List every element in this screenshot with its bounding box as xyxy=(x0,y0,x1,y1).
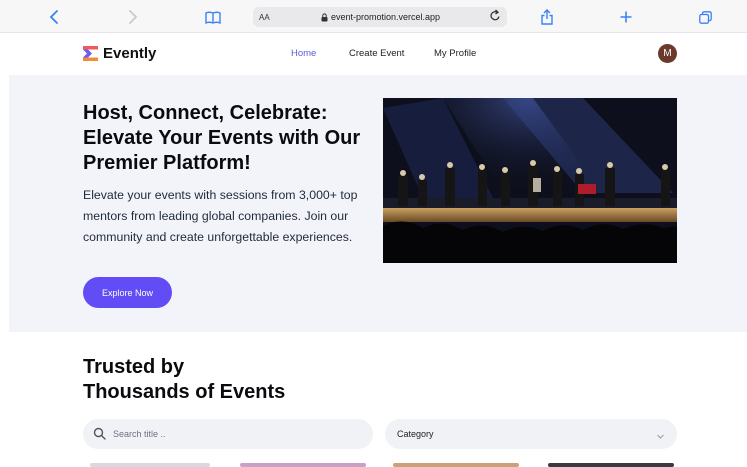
section-heading-line-1: Trusted by xyxy=(83,356,185,378)
reload-icon[interactable] xyxy=(490,9,501,24)
reader-aa-button[interactable]: AA xyxy=(259,13,270,22)
back-icon[interactable] xyxy=(46,6,62,28)
event-card-2-top xyxy=(240,463,366,467)
tabs-overview-icon[interactable] xyxy=(697,6,713,28)
url-display: event-promotion.vercel.app xyxy=(321,12,440,22)
category-select-label: Category xyxy=(397,429,434,439)
explore-now-button[interactable]: Explore Now xyxy=(83,277,172,308)
brand-logo[interactable]: Evently xyxy=(83,45,156,62)
event-card-1-top xyxy=(90,463,210,467)
search-icon xyxy=(93,427,106,445)
share-icon[interactable] xyxy=(539,6,555,28)
bookmarks-icon[interactable] xyxy=(204,6,222,28)
section-heading-line-2: Thousands of Events xyxy=(83,381,286,403)
search-input-placeholder[interactable]: Search title .. xyxy=(113,429,166,439)
hero-description: Elevate your events with sessions from 3… xyxy=(83,188,358,244)
address-bar[interactable]: AA event-promotion.vercel.app xyxy=(253,7,507,27)
chevron-down-icon xyxy=(656,428,665,446)
search-field[interactable]: Search title .. xyxy=(83,419,373,449)
category-select[interactable]: Category xyxy=(385,419,677,449)
url-text: event-promotion.vercel.app xyxy=(331,12,441,22)
event-card-4-top xyxy=(548,463,674,467)
hero-title: Host, Connect, Celebrate: Elevate Your E… xyxy=(83,102,361,174)
brand-name: Evently xyxy=(103,45,157,62)
lock-icon xyxy=(321,12,328,21)
new-tab-icon[interactable] xyxy=(618,6,634,28)
browser-toolbar: AA event-promotion.vercel.app xyxy=(0,0,747,33)
section-heading: Trusted by Thousands of Events xyxy=(83,355,285,405)
app-header: Evently Home Create Event My Profile M xyxy=(0,33,747,75)
nav-link-create-event[interactable]: Create Event xyxy=(349,48,404,59)
user-avatar[interactable]: M xyxy=(658,44,677,63)
nav-link-home[interactable]: Home xyxy=(291,48,316,59)
forward-icon[interactable] xyxy=(125,6,141,28)
event-card-3-top xyxy=(393,463,519,467)
hero-concert-image xyxy=(383,98,677,263)
evently-logo-icon xyxy=(83,46,98,61)
nav-link-my-profile[interactable]: My Profile xyxy=(434,48,476,59)
